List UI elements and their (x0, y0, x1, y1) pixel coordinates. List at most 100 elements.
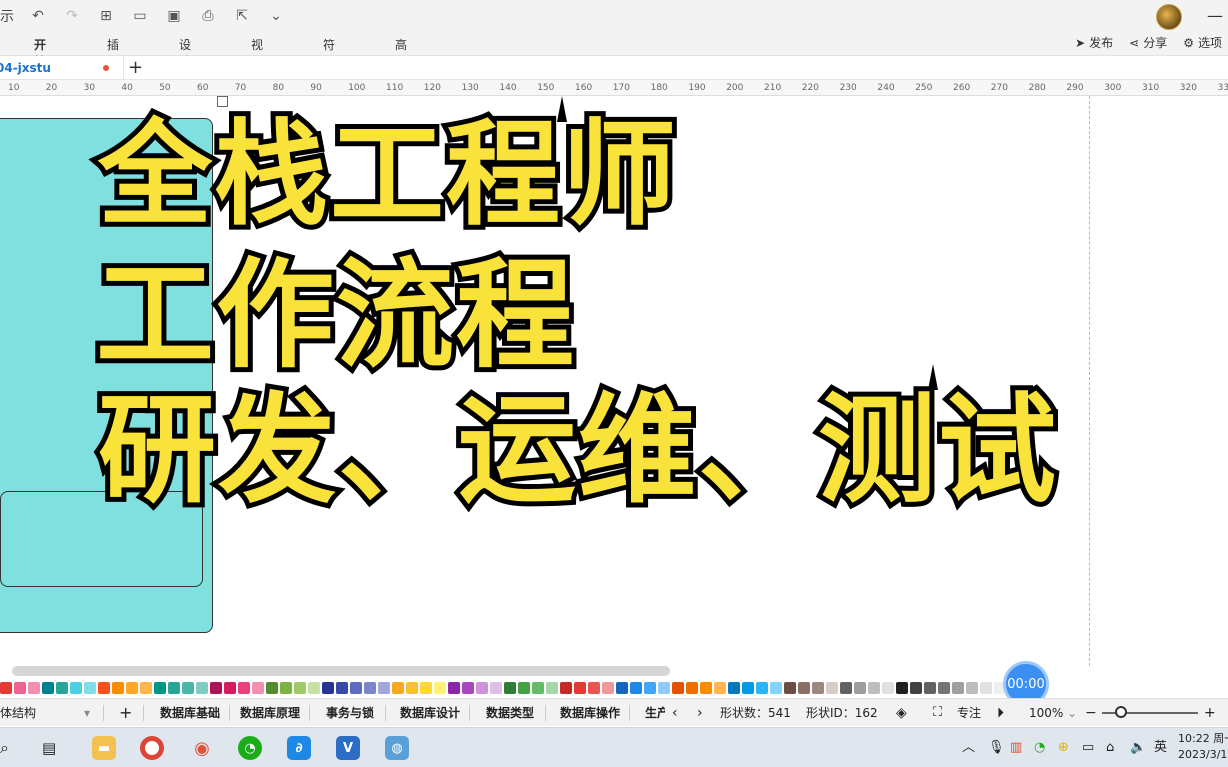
drawing-canvas[interactable]: 全栈工程师 工作流程 研发、运维、测试 (0, 96, 1228, 666)
color-swatch[interactable] (252, 682, 264, 694)
color-swatch[interactable] (980, 682, 992, 694)
color-swatch[interactable] (112, 682, 124, 694)
color-swatch[interactable] (658, 682, 670, 694)
color-swatch[interactable] (574, 682, 586, 694)
wechat-icon[interactable]: ◔ (238, 736, 262, 760)
color-swatch[interactable] (224, 682, 236, 694)
color-swatch[interactable] (686, 682, 698, 694)
color-swatch[interactable] (14, 682, 26, 694)
title-line-2[interactable]: 工作流程 (91, 251, 579, 379)
color-swatch[interactable] (882, 682, 894, 694)
zoom-level[interactable]: 100% (1029, 699, 1063, 727)
undo-icon[interactable]: ↶ (28, 6, 48, 26)
focus-mode-label[interactable]: 专注 (957, 699, 981, 727)
color-swatch[interactable] (490, 682, 502, 694)
color-swatch[interactable] (672, 682, 684, 694)
wechat-tray-icon[interactable]: ◔ (1034, 728, 1045, 767)
title-line-1[interactable]: 全栈工程师 (93, 113, 681, 237)
task-view-icon[interactable]: ▤ (42, 728, 56, 767)
color-swatch[interactable] (714, 682, 726, 694)
redo-icon[interactable]: ↷ (62, 6, 82, 26)
color-swatch[interactable] (868, 682, 880, 694)
color-swatch[interactable] (896, 682, 908, 694)
color-swatch[interactable] (952, 682, 964, 694)
color-swatch[interactable] (308, 682, 320, 694)
system-clock[interactable]: 10:22 周一 2023/3/1 (1178, 731, 1228, 763)
color-swatch[interactable] (476, 682, 488, 694)
color-swatch[interactable] (322, 682, 334, 694)
file-explorer-icon[interactable]: ▬ (92, 736, 116, 760)
color-swatch[interactable] (630, 682, 642, 694)
color-swatch[interactable] (784, 682, 796, 694)
new-page-icon[interactable]: ⊞ (96, 6, 116, 26)
color-swatch[interactable] (434, 682, 446, 694)
play-icon[interactable]: ⏵ (997, 699, 1004, 727)
chevron-right-icon[interactable]: › (697, 699, 703, 727)
page-tab-db-principles[interactable]: 数据库原理 (240, 699, 300, 727)
print-icon[interactable]: ⎙ (198, 6, 218, 26)
color-swatch[interactable] (518, 682, 530, 694)
add-tab-button[interactable]: + (128, 58, 143, 78)
color-swatch[interactable] (812, 682, 824, 694)
add-page-button[interactable]: + (119, 699, 132, 727)
battery-icon[interactable]: ▭ (1082, 728, 1094, 767)
network-icon[interactable]: ⌂ (1106, 728, 1114, 767)
chrome-icon[interactable] (140, 736, 164, 760)
app-globe-icon[interactable]: ◍ (385, 736, 409, 760)
dropdown-arrow-icon[interactable]: ▾ (84, 699, 90, 727)
page-tab-transactions-locks[interactable]: 事务与锁 (326, 699, 374, 727)
color-swatch[interactable] (140, 682, 152, 694)
color-swatch[interactable] (910, 682, 922, 694)
color-swatch[interactable] (826, 682, 838, 694)
color-swatch[interactable] (56, 682, 68, 694)
color-swatch[interactable] (280, 682, 292, 694)
color-swatch[interactable] (616, 682, 628, 694)
color-swatch[interactable] (420, 682, 432, 694)
zoom-dropdown-icon[interactable]: ⌄ (1067, 699, 1077, 727)
color-swatch[interactable] (266, 682, 278, 694)
color-swatch[interactable] (294, 682, 306, 694)
user-avatar[interactable] (1156, 4, 1182, 30)
color-swatch[interactable] (546, 682, 558, 694)
save-icon[interactable]: ▣ (164, 6, 184, 26)
color-swatch[interactable] (798, 682, 810, 694)
color-swatch[interactable] (238, 682, 250, 694)
chevron-up-icon[interactable]: ︿ (962, 728, 975, 767)
page-tab-db-operations[interactable]: 数据库操作 (560, 699, 620, 727)
color-swatch[interactable] (378, 682, 390, 694)
microphone-icon[interactable]: 🎙 (988, 728, 1005, 767)
color-swatch[interactable] (168, 682, 180, 694)
page-tab-production[interactable]: 生产 (645, 699, 665, 727)
color-swatch[interactable] (644, 682, 656, 694)
color-swatch[interactable] (742, 682, 754, 694)
color-swatch[interactable] (588, 682, 600, 694)
share-button[interactable]: ⋖ 分享 (1129, 34, 1167, 51)
more-icon[interactable]: ⌄ (266, 6, 286, 26)
color-swatch[interactable] (924, 682, 936, 694)
color-swatch[interactable] (210, 682, 222, 694)
color-swatch[interactable] (28, 682, 40, 694)
color-swatch[interactable] (602, 682, 614, 694)
color-swatch[interactable] (98, 682, 110, 694)
vs-icon[interactable]: V (336, 736, 360, 760)
color-swatch[interactable] (126, 682, 138, 694)
app-plus-icon[interactable]: ⊕ (1058, 728, 1069, 767)
color-swatch[interactable] (406, 682, 418, 694)
color-swatch[interactable] (840, 682, 852, 694)
document-tab[interactable]: 04-jxstu (0, 56, 124, 80)
color-swatch[interactable] (364, 682, 376, 694)
zoom-out-icon[interactable]: − (1085, 699, 1097, 727)
color-swatch[interactable] (532, 682, 544, 694)
open-folder-icon[interactable]: ▭ (130, 6, 150, 26)
volume-icon[interactable]: 🔈 (1130, 728, 1146, 767)
publish-button[interactable]: ➤ 发布 (1075, 34, 1113, 51)
color-swatch[interactable] (154, 682, 166, 694)
page-tab-db-design[interactable]: 数据库设计 (400, 699, 460, 727)
color-swatch[interactable] (350, 682, 362, 694)
layers-icon[interactable]: ◈ (896, 699, 907, 727)
color-swatch[interactable] (560, 682, 572, 694)
color-swatch[interactable] (700, 682, 712, 694)
horizontal-scrollbar[interactable] (12, 666, 670, 676)
export-icon[interactable]: ⇱ (232, 6, 252, 26)
zoom-in-icon[interactable]: + (1204, 699, 1216, 727)
